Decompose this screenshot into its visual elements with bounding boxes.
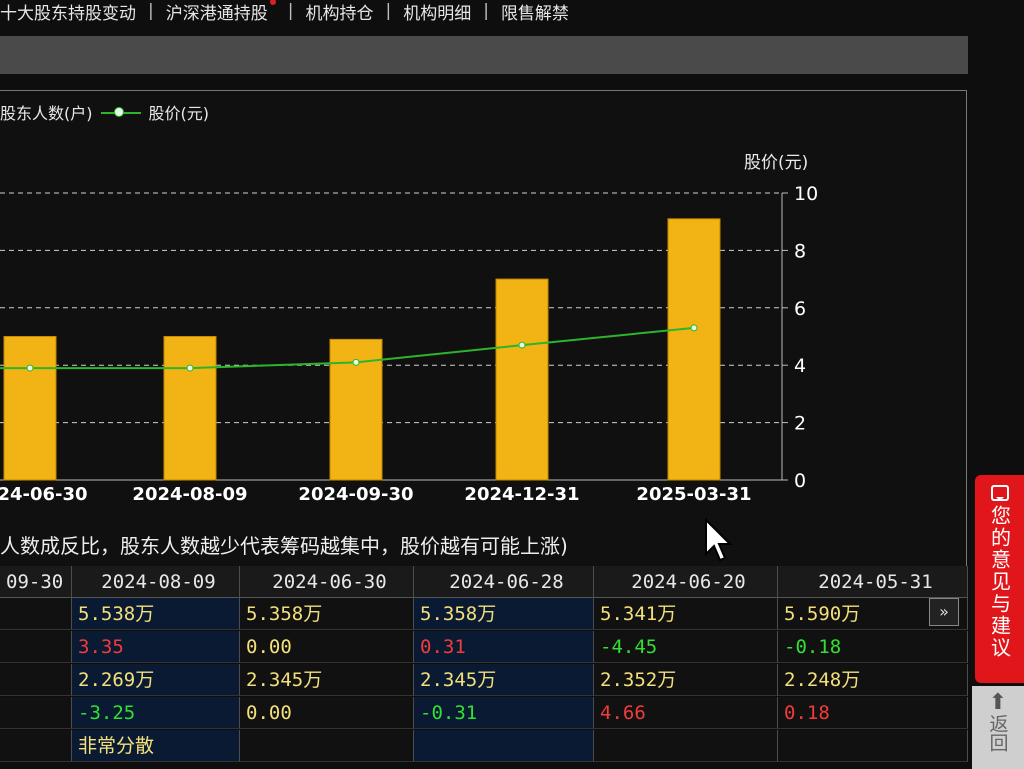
- y-tick-label: 4: [794, 355, 806, 377]
- table-cell: 2.269万: [72, 664, 240, 696]
- price-point-2024-06-30: [26, 364, 34, 372]
- price-point-2025-03-31: [690, 324, 698, 332]
- table-cell: 2.352万: [594, 664, 778, 696]
- y-tick-label: 2: [794, 413, 806, 435]
- grid-lines: [0, 192, 783, 481]
- table-cell: 2.345万: [240, 664, 414, 696]
- y-tick-label: 8: [794, 240, 806, 262]
- table-cell: -0.18: [778, 631, 968, 663]
- y-tick-label: 10: [794, 183, 818, 205]
- price-point-2024-09-30: [352, 358, 360, 366]
- x-tick-label: 2025-03-31: [636, 484, 751, 505]
- y-tick-label: 6: [794, 298, 806, 320]
- mouse-cursor-icon: [705, 518, 733, 562]
- table-cell: 0.00: [240, 697, 414, 729]
- price-point-2024-08-09: [186, 364, 194, 372]
- feedback-button[interactable]: 您的意见与建议: [975, 475, 1024, 683]
- x-ticks: 2024-06-30 2024-08-09 2024-09-30 2024-12-31…: [0, 484, 752, 505]
- table-header-row: 09-30 2024-08-09 2024-06-30 2024-06-28 2024-…: [0, 566, 968, 598]
- arrow-up-icon: ⬆: [988, 690, 1008, 715]
- table-cell: [0, 664, 72, 696]
- table-cell: 4.66: [594, 697, 778, 729]
- table-row: 5.538万 5.358万 5.358万 5.341万 5.590万: [0, 598, 968, 630]
- table-cell: -4.45: [594, 631, 778, 663]
- table-cell: 0.18: [778, 697, 968, 729]
- y-tick-label: 0: [794, 470, 806, 492]
- table-row: 2.269万 2.345万 2.345万 2.352万 2.248万: [0, 664, 968, 696]
- table-cell: [0, 697, 72, 729]
- table-cell: -3.25: [72, 697, 240, 729]
- table-cell: 2.345万: [414, 664, 594, 696]
- table-cell: [414, 730, 594, 762]
- table-header-cell[interactable]: 2024-06-30: [240, 566, 414, 598]
- table-cell: [0, 631, 72, 663]
- x-tick-label: 2024-08-09: [132, 484, 247, 505]
- table-cell: [240, 730, 414, 762]
- table-cell: 5.358万: [240, 598, 414, 630]
- table-cell: 0.00: [240, 631, 414, 663]
- table-row: 非常分散: [0, 730, 968, 762]
- chart-caption: 人数成反比，股东人数越少代表筹码越集中，股价越有可能上涨): [0, 534, 568, 558]
- feedback-label: 您的意见与建议: [987, 505, 1012, 659]
- x-tick-label: 2024-12-31: [464, 484, 579, 505]
- table-row: -3.25 0.00 -0.31 4.66 0.18: [0, 697, 968, 729]
- table-cell: [778, 730, 968, 762]
- table-cell: [594, 730, 778, 762]
- bar-2024-06-30: [3, 336, 57, 481]
- price-point-2024-12-31: [518, 341, 526, 349]
- bar-2024-12-31: [495, 278, 549, 481]
- back-to-top-label: 返回: [986, 714, 1009, 752]
- table-header-cell[interactable]: 2024-06-28: [414, 566, 594, 598]
- y-ticks: 0 2 4 6 8 10: [782, 183, 818, 492]
- table-cell: 2.248万: [778, 664, 968, 696]
- table-cell: 非常分散: [72, 730, 240, 762]
- back-to-top-button[interactable]: ⬆ 返回: [972, 686, 1024, 769]
- table-cell: 5.538万: [72, 598, 240, 630]
- bar-series: [3, 218, 721, 481]
- table-header-cell[interactable]: 2024-06-20: [594, 566, 778, 598]
- bar-2024-08-09: [163, 336, 217, 481]
- screen: 十大股东持股变动 | 沪深港通持股 | 机构持仓 | 机构明细 | 限售解禁 股…: [0, 0, 1024, 769]
- x-tick-label: 2024-06-30: [0, 484, 88, 505]
- table-cell: 5.358万: [414, 598, 594, 630]
- table-cell: -0.31: [414, 697, 594, 729]
- x-tick-label: 2024-09-30: [298, 484, 413, 505]
- comment-icon: [990, 485, 1009, 501]
- holders-price-chart: 0246810 2024-06-302024-08-092024-09-3020…: [0, 183, 818, 505]
- table-cell: [0, 730, 72, 762]
- table-row: 3.35 0.00 0.31 -4.45 -0.18: [0, 631, 968, 663]
- table-cell: 0.31: [414, 631, 594, 663]
- table-header-cell[interactable]: 09-30: [0, 566, 72, 598]
- table-header-cell[interactable]: 2024-08-09: [72, 566, 240, 598]
- bar-2025-03-31: [667, 218, 721, 481]
- table-cell: 5.341万: [594, 598, 778, 630]
- scroll-right-button[interactable]: »: [929, 598, 959, 626]
- table-header-cell[interactable]: 2024-05-31: [778, 566, 968, 598]
- table-cell: [0, 598, 72, 630]
- table-cell: 3.35: [72, 631, 240, 663]
